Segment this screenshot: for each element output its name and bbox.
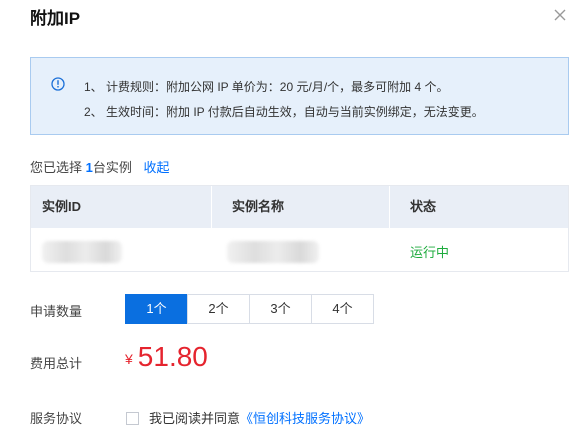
agreement-link[interactable]: 《恒创科技服务协议》 xyxy=(240,411,370,426)
column-header-instance-name: 实例名称 xyxy=(232,199,285,214)
selection-prefix: 您已选择 xyxy=(30,160,86,175)
column-divider xyxy=(389,186,390,228)
dialog-title: 附加IP xyxy=(30,9,81,28)
instance-name-redacted xyxy=(227,241,319,263)
agreement-checkbox[interactable] xyxy=(126,412,139,425)
notice-line-effective: 2、 生效时间：附加 IP 付款后自动生效，自动与当前实例绑定，无法变更。 xyxy=(84,105,484,119)
collapse-link[interactable]: 收起 xyxy=(144,160,170,175)
column-header-status: 状态 xyxy=(410,199,437,214)
quantity-option-1[interactable]: 1个 xyxy=(125,294,188,324)
selection-count: 1 xyxy=(85,160,93,175)
status-text: 运行中 xyxy=(410,245,450,260)
currency-symbol: ¥ xyxy=(125,351,133,367)
info-icon xyxy=(51,77,65,91)
table-header: 实例ID 实例名称 状态 xyxy=(31,186,568,228)
quantity-selector: 1个 2个 3个 4个 xyxy=(125,294,374,324)
instance-id-redacted xyxy=(42,241,122,263)
agreement-row: 我已阅读并同意《恒创科技服务协议》 xyxy=(126,408,370,427)
agreement-label: 服务协议 xyxy=(30,411,83,426)
quantity-label: 申请数量 xyxy=(30,304,83,319)
selection-suffix: 台实例 xyxy=(92,160,132,175)
column-header-instance-id: 实例ID xyxy=(42,199,82,214)
quantity-option-3[interactable]: 3个 xyxy=(249,294,312,324)
quantity-option-2[interactable]: 2个 xyxy=(187,294,250,324)
cost-label: 费用总计 xyxy=(30,356,83,371)
close-icon[interactable] xyxy=(553,8,567,22)
column-divider xyxy=(211,186,212,228)
total-price: ¥51.80 xyxy=(125,341,208,373)
notice-line-billing: 1、 计费规则：附加公网 IP 单价为：20 元/月/个，最多可附加 4 个。 xyxy=(84,80,449,94)
agreement-text: 我已阅读并同意 xyxy=(149,411,241,426)
instance-table: 实例ID 实例名称 状态 运行中 xyxy=(30,185,569,272)
table-row: 运行中 xyxy=(31,228,568,272)
selection-summary: 您已选择 1台实例 收起 xyxy=(30,157,170,176)
billing-notice: 1、 计费规则：附加公网 IP 单价为：20 元/月/个，最多可附加 4 个。 … xyxy=(30,57,569,135)
quantity-option-4[interactable]: 4个 xyxy=(311,294,374,324)
price-amount: 51.80 xyxy=(137,341,208,372)
